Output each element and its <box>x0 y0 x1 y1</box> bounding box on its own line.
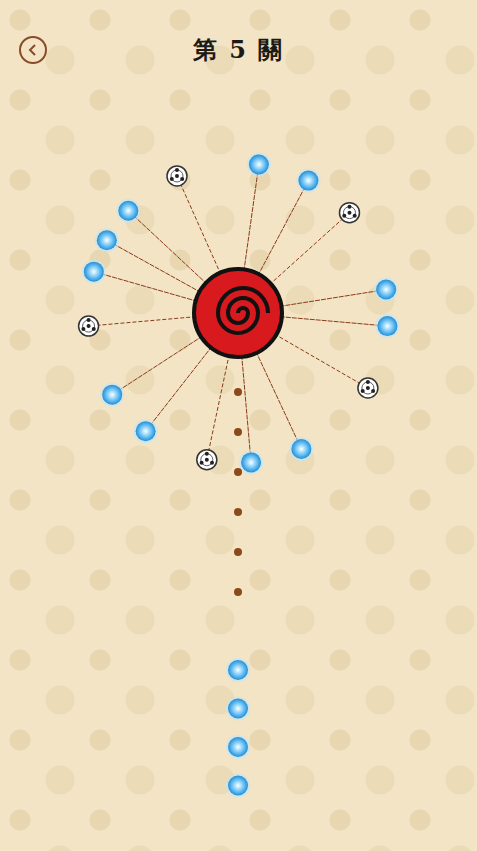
aim-dot <box>234 548 242 556</box>
aim-dot <box>234 388 242 396</box>
aim-dot <box>234 588 242 596</box>
orb-icon <box>100 383 124 407</box>
queued-orb-icon <box>226 774 250 798</box>
level-title: 第 5 關 <box>80 34 397 66</box>
back-button[interactable] <box>19 36 47 64</box>
queued-orb-icon <box>226 697 250 721</box>
sharingan-icon <box>339 203 359 223</box>
orb-icon <box>95 228 119 252</box>
game-board[interactable] <box>0 100 477 851</box>
game-screen: 第 5 關 <box>0 0 477 851</box>
orb-icon <box>375 314 399 338</box>
orb-icon <box>116 199 140 223</box>
header: 第 5 關 <box>0 0 477 100</box>
orb-icon <box>134 419 158 443</box>
orb-icon <box>374 278 398 302</box>
orb-icon <box>247 152 271 176</box>
aim-dot <box>234 468 242 476</box>
sharingan-icon <box>79 316 99 336</box>
target-disc <box>194 269 282 357</box>
sharingan-icon <box>197 450 217 470</box>
orb-icon <box>289 437 313 461</box>
aim-dot <box>234 428 242 436</box>
sharingan-icon <box>358 378 378 398</box>
sharingan-icon <box>167 166 187 186</box>
chevron-left-icon <box>26 43 40 57</box>
aim-dot <box>234 508 242 516</box>
orb-icon <box>296 169 320 193</box>
queued-orb-icon <box>226 735 250 759</box>
orb-icon <box>239 450 263 474</box>
orb-icon <box>82 260 106 284</box>
queued-orb-icon <box>226 658 250 682</box>
